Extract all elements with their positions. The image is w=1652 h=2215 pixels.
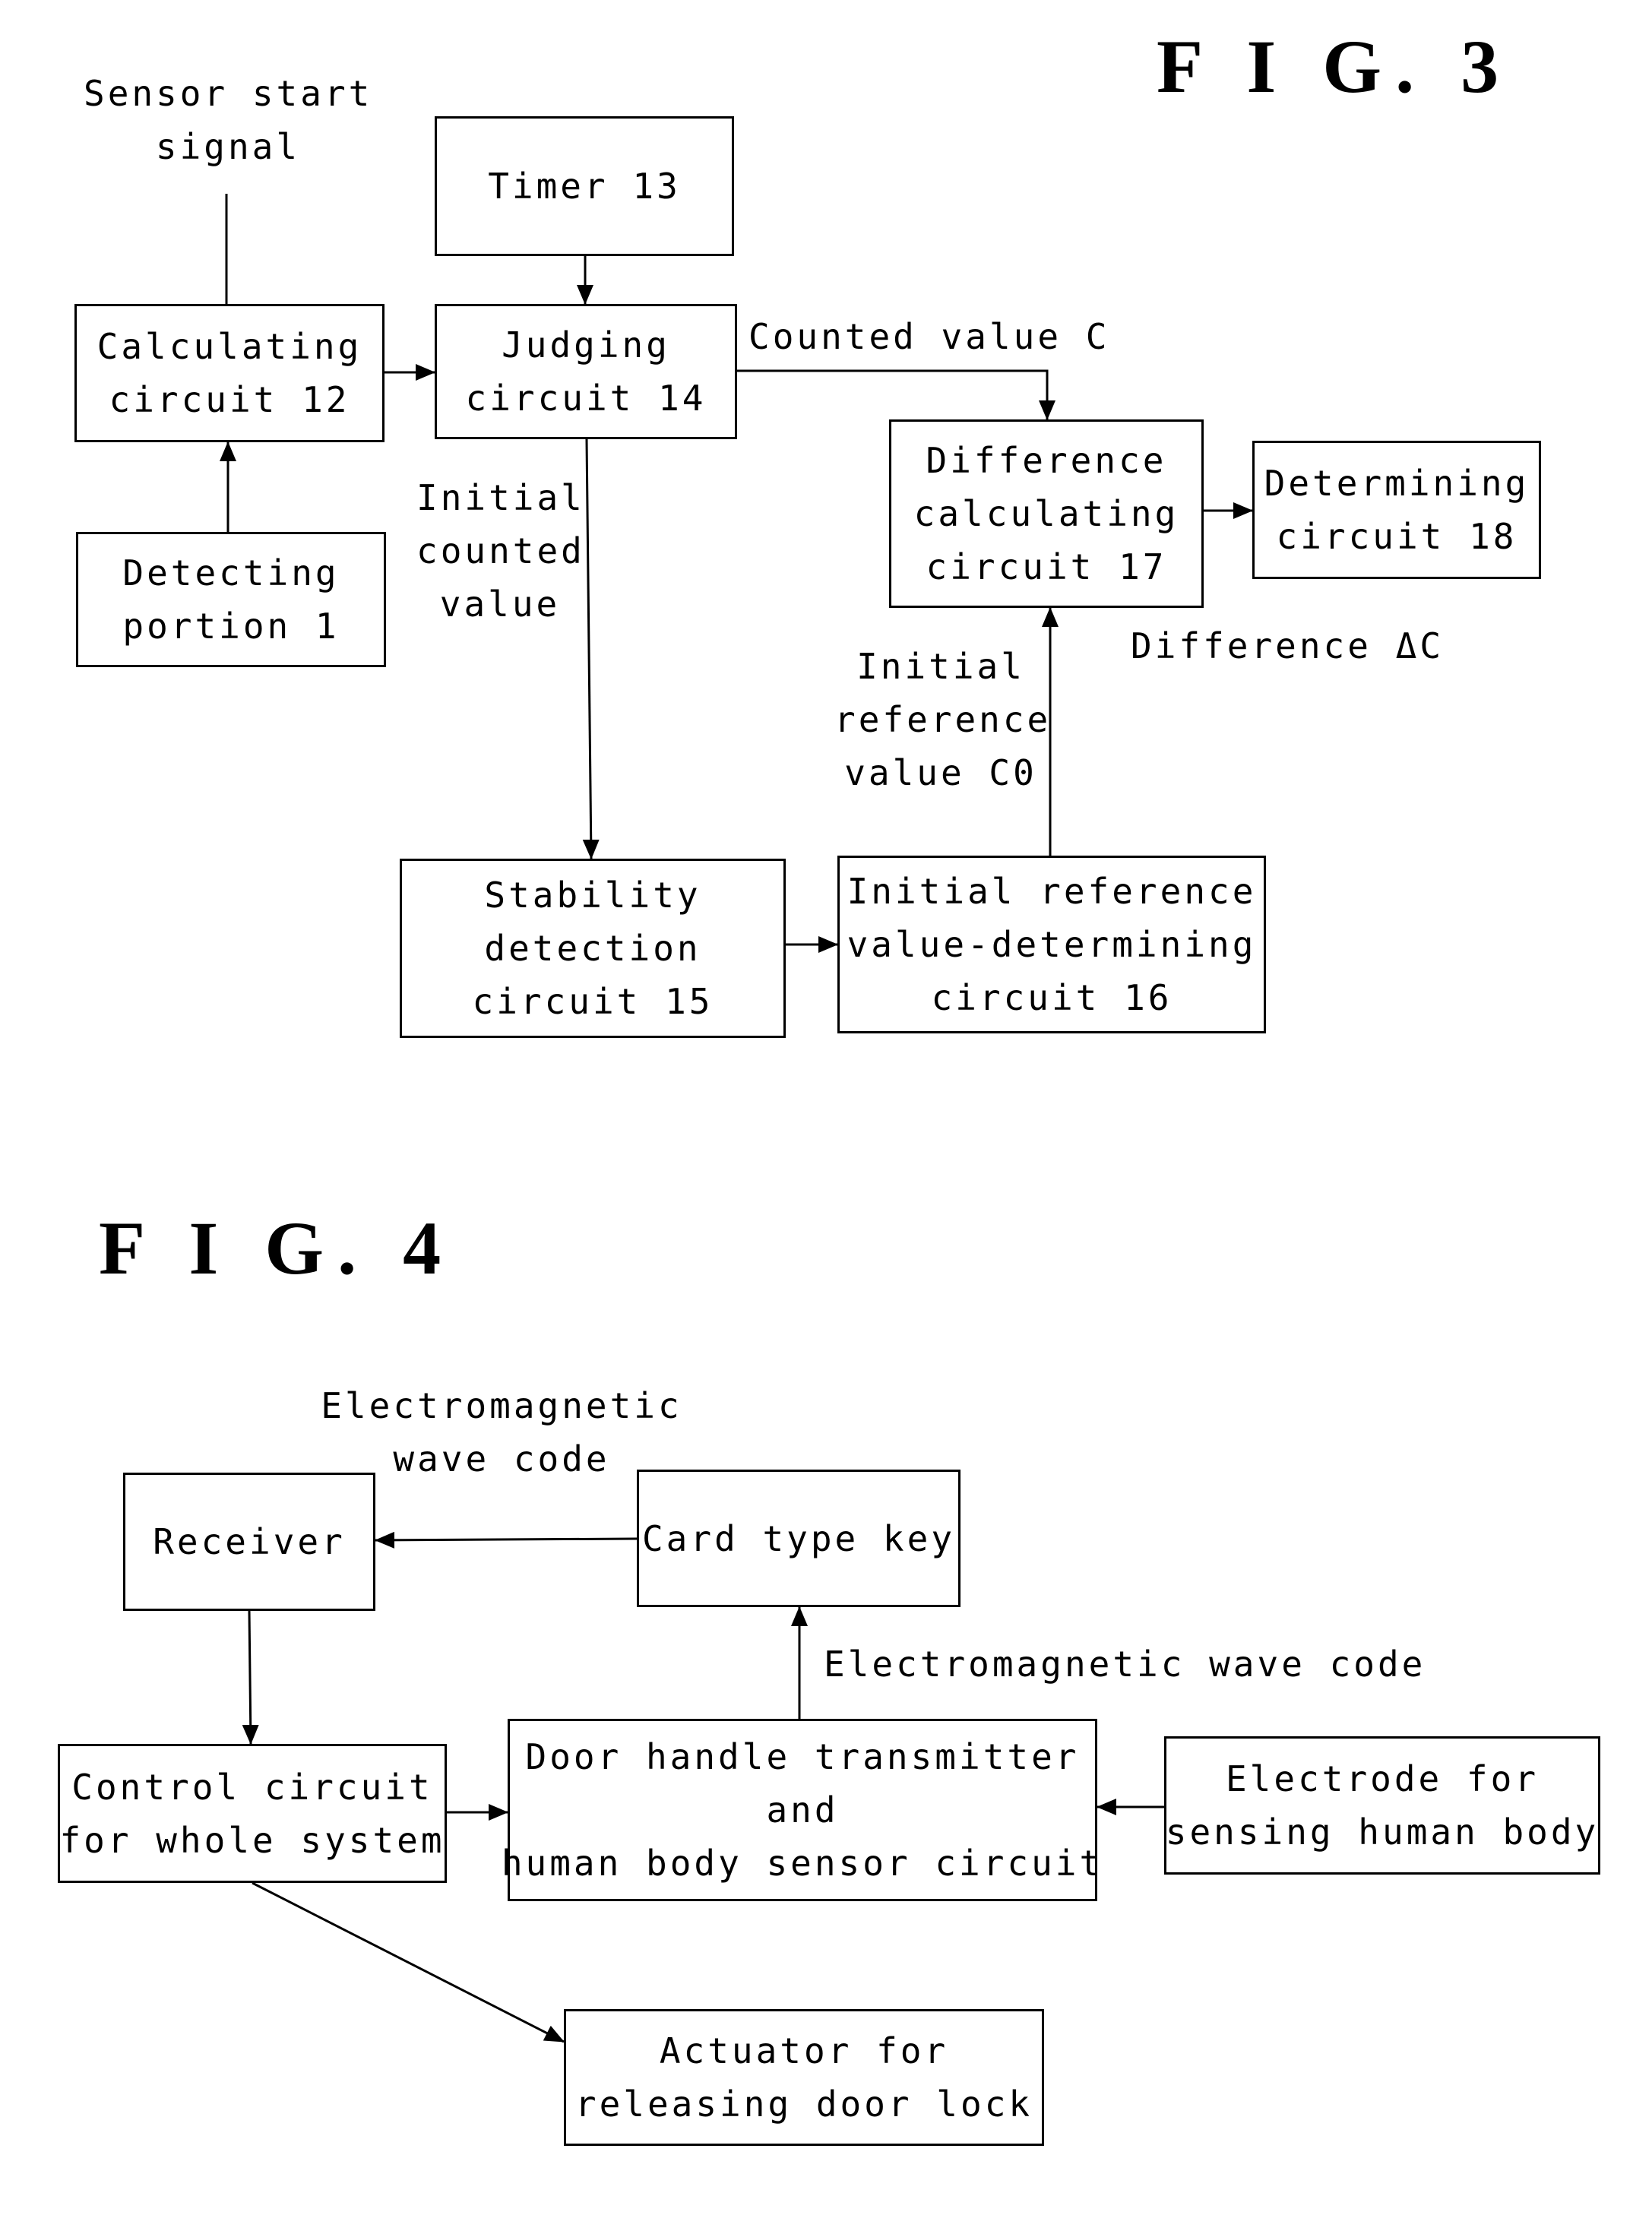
label-line: Initial bbox=[416, 477, 585, 518]
fig4-title: F I G. 4 bbox=[99, 1206, 455, 1290]
block-text: Judging bbox=[502, 324, 670, 365]
label-line: reference bbox=[834, 699, 1052, 740]
block-text: value-determining bbox=[847, 924, 1257, 965]
card-type-key-block: Card type key bbox=[637, 1470, 961, 1607]
detecting-portion-1-block: Detecting portion 1 bbox=[76, 532, 386, 667]
fig3-title: F I G. 3 bbox=[1157, 24, 1513, 109]
stability-detection-circuit-15-block: Stability detection circuit 15 bbox=[400, 859, 786, 1038]
block-text: Electrode for bbox=[1225, 1758, 1540, 1799]
judging-circuit-14-block: Judging circuit 14 bbox=[435, 304, 737, 439]
block-text: circuit 16 bbox=[931, 977, 1173, 1018]
calculating-circuit-12-block: Calculating circuit 12 bbox=[74, 304, 385, 442]
electrode-block: Electrode for sensing human body bbox=[1164, 1736, 1600, 1875]
control-to-actuator-arrow bbox=[252, 1881, 565, 2043]
initial-counted-value-label: Initial counted value bbox=[416, 471, 584, 631]
block-text: portion 1 bbox=[122, 606, 340, 647]
block-text: circuit 17 bbox=[926, 546, 1167, 587]
block-text: Determining bbox=[1264, 463, 1530, 504]
determining-circuit-18-block: Determining circuit 18 bbox=[1252, 441, 1541, 579]
timer-13-block: Timer 13 bbox=[435, 116, 734, 256]
block-text: Receiver bbox=[153, 1521, 346, 1562]
label-line: Initial bbox=[856, 646, 1025, 687]
patent-figure-sheet: F I G. 3 Sensor start signal Timer 13 Ca… bbox=[0, 0, 1652, 2215]
judging-to-diff-line bbox=[737, 369, 1055, 420]
sensor-start-signal-label: Sensor start signal bbox=[84, 67, 372, 173]
block-text: for whole system bbox=[59, 1819, 445, 1861]
block-text: circuit 12 bbox=[109, 379, 350, 420]
block-text: Difference bbox=[926, 440, 1167, 481]
label-line: Sensor start bbox=[84, 73, 373, 114]
label-line: Electromagnetic bbox=[321, 1385, 682, 1426]
block-text: Control circuit bbox=[71, 1766, 433, 1808]
block-text: Calculating bbox=[97, 326, 362, 367]
counted-value-c-label: Counted value C bbox=[748, 316, 1110, 357]
label-line: signal bbox=[155, 126, 301, 167]
control-circuit-block: Control circuit for whole system bbox=[58, 1744, 447, 1883]
label-line: value C0 bbox=[844, 752, 1037, 793]
difference-calculating-circuit-17-block: Difference calculating circuit 17 bbox=[889, 419, 1204, 608]
block-text: circuit 18 bbox=[1276, 516, 1517, 557]
label-line: counted bbox=[416, 530, 585, 571]
block-text: Initial reference bbox=[847, 871, 1257, 912]
block-text: circuit 15 bbox=[472, 981, 714, 1022]
initial-reference-value-c0-label: Initial reference value C0 bbox=[834, 640, 1052, 799]
electromagnetic-wave-code-top-label: Electromagnetic wave code bbox=[319, 1379, 684, 1486]
electromagnetic-wave-code-mid-label: Electromagnetic wave code bbox=[824, 1644, 1426, 1685]
block-text: circuit 14 bbox=[465, 378, 707, 419]
block-text: human body sensor circuit bbox=[501, 1843, 1104, 1884]
label-line: value bbox=[439, 584, 561, 625]
judging-to-stability-arrow bbox=[582, 438, 600, 859]
receiver-to-control-arrow bbox=[242, 1610, 259, 1745]
block-text: Door handle transmitter bbox=[525, 1736, 1080, 1777]
block-text: releasing door lock bbox=[574, 2084, 1033, 2125]
block-text: and bbox=[766, 1789, 839, 1831]
block-text: Actuator for bbox=[659, 2030, 949, 2071]
receiver-block: Receiver bbox=[123, 1473, 375, 1611]
block-text: Detecting bbox=[122, 552, 340, 593]
initial-reference-value-determining-circuit-16-block: Initial reference value-determining circ… bbox=[837, 856, 1266, 1033]
difference-delta-c-label: Difference ΔC bbox=[1131, 625, 1445, 666]
block-text: Timer 13 bbox=[488, 166, 681, 207]
block-text: sensing human body bbox=[1165, 1812, 1600, 1853]
block-text: Card type key bbox=[641, 1517, 956, 1559]
block-text: Stability bbox=[484, 875, 701, 916]
block-text: detection bbox=[484, 928, 701, 969]
door-handle-transmitter-block: Door handle transmitter and human body s… bbox=[502, 1719, 1100, 1901]
block-text: calculating bbox=[913, 493, 1179, 534]
actuator-block: Actuator for releasing door lock bbox=[564, 2009, 1044, 2146]
cardkey-to-receiver-arrow bbox=[375, 1531, 638, 1549]
